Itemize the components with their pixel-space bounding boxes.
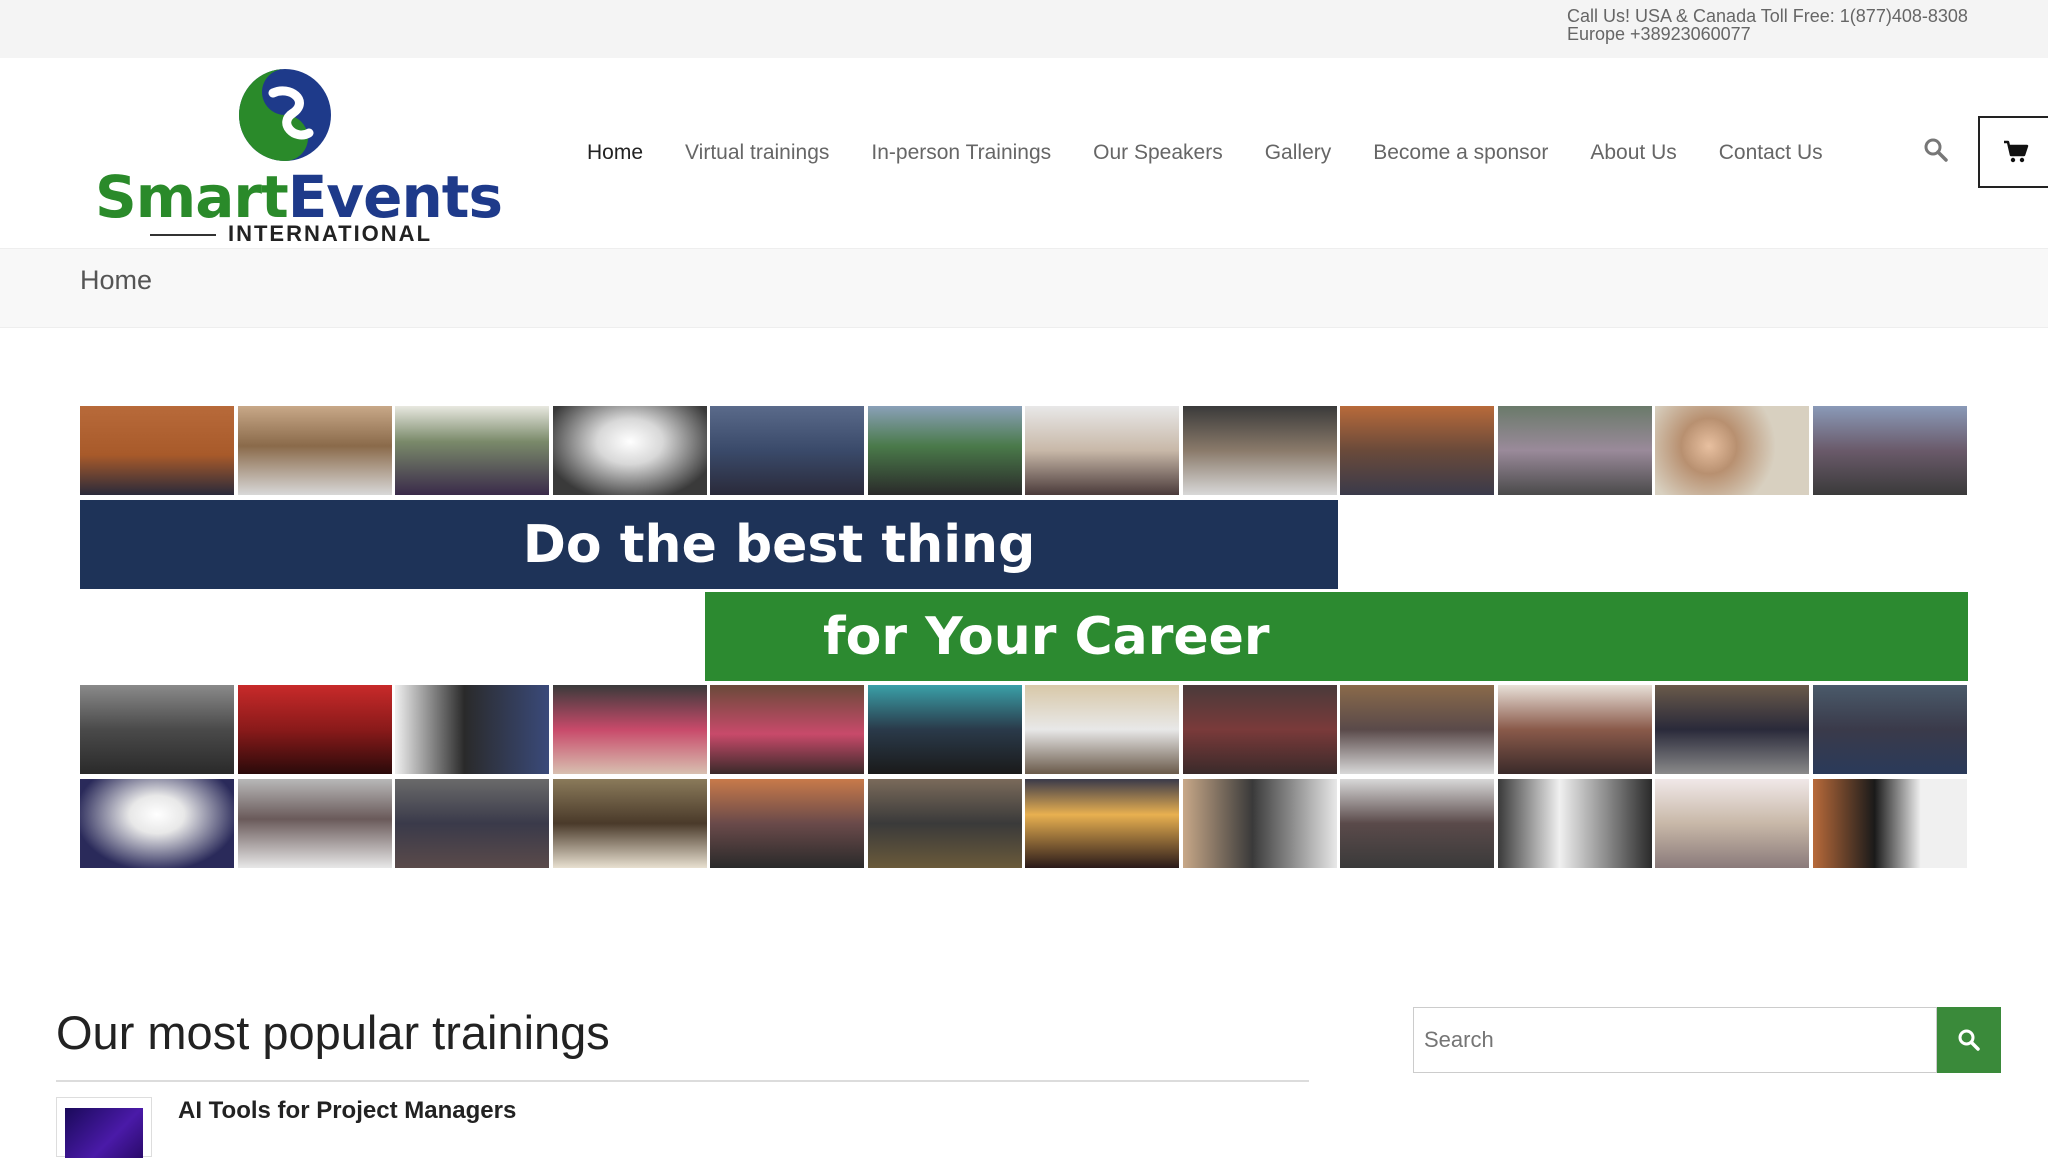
photo-row-middle <box>80 685 1967 774</box>
nav-item-gallery[interactable]: Gallery <box>1244 141 1353 165</box>
event-photo <box>1340 779 1494 868</box>
banner-headline-line2: for Your Career <box>705 592 1968 681</box>
banner-line1-text: Do the best thing <box>522 514 1036 575</box>
banner-line2-text: for Your Career <box>823 606 1270 667</box>
event-photo <box>552 779 707 868</box>
search-icon <box>1924 138 1948 162</box>
nav-search-button[interactable] <box>1922 136 1950 164</box>
phone-usa-canada[interactable]: Call Us! USA & Canada Toll Free: 1(877)4… <box>1567 7 1968 25</box>
photo-row-bottom <box>80 779 1967 868</box>
event-photo <box>80 406 234 495</box>
nav-item-about-us[interactable]: About Us <box>1569 141 1697 165</box>
event-photo <box>1025 406 1179 495</box>
training-thumbnail-image <box>65 1108 143 1158</box>
main-nav: Home Virtual trainings In-person Trainin… <box>566 58 1844 248</box>
event-photo <box>867 406 1022 495</box>
event-photo <box>1655 406 1809 495</box>
contact-phones: Call Us! USA & Canada Toll Free: 1(877)4… <box>1567 7 1968 43</box>
event-photo <box>1497 779 1652 868</box>
event-photo <box>552 406 707 495</box>
nav-item-become-a-sponsor[interactable]: Become a sponsor <box>1352 141 1569 165</box>
event-photo <box>710 779 864 868</box>
event-photo <box>237 406 392 495</box>
event-photo <box>1812 685 1967 774</box>
event-photo <box>237 779 392 868</box>
event-photo <box>867 685 1022 774</box>
nav-item-contact-us[interactable]: Contact Us <box>1698 141 1844 165</box>
event-photo <box>1497 685 1652 774</box>
event-photo <box>395 779 549 868</box>
event-photo <box>552 685 707 774</box>
event-photo <box>1025 779 1179 868</box>
event-photo <box>1655 779 1809 868</box>
event-photo <box>1812 406 1967 495</box>
nav-item-virtual-trainings[interactable]: Virtual trainings <box>664 141 850 165</box>
event-photo <box>80 685 234 774</box>
event-photo <box>1182 685 1337 774</box>
event-photo <box>1182 779 1337 868</box>
site-header: SmartEvents INTERNATIONAL Home Virtual t… <box>0 58 2048 248</box>
event-photo <box>1340 685 1494 774</box>
sidebar-search-input[interactable] <box>1414 1008 1936 1072</box>
logo-emblem-icon <box>239 69 331 161</box>
event-photo <box>1340 406 1494 495</box>
event-photo <box>1025 685 1179 774</box>
cart-button[interactable] <box>1978 116 2048 188</box>
event-photo <box>395 685 549 774</box>
search-icon <box>1958 1029 1980 1051</box>
popular-trainings-heading: Our most popular trainings <box>56 1006 610 1059</box>
nav-item-in-person-trainings[interactable]: In-person Trainings <box>850 141 1072 165</box>
event-photo <box>237 685 392 774</box>
training-list-item[interactable]: AI Tools for Project Managers <box>56 1097 956 1158</box>
site-logo[interactable]: SmartEvents INTERNATIONAL <box>95 63 503 248</box>
event-photo <box>710 685 864 774</box>
nav-item-our-speakers[interactable]: Our Speakers <box>1072 141 1244 165</box>
hero-banner[interactable]: Do the best thing for Your Career <box>80 406 1968 868</box>
phone-europe[interactable]: Europe +38923060077 <box>1567 25 1968 43</box>
event-photo <box>867 779 1022 868</box>
training-thumbnail[interactable] <box>56 1097 152 1158</box>
banner-headline-line1: Do the best thing <box>80 500 1338 589</box>
sidebar-search-box <box>1413 1007 1937 1073</box>
section-divider <box>56 1080 1309 1082</box>
event-photo <box>710 406 864 495</box>
event-photo <box>395 406 549 495</box>
event-photo <box>1182 406 1337 495</box>
cart-icon <box>2004 140 2029 163</box>
page-title-band: Home <box>0 248 2048 328</box>
event-photo <box>1812 779 1967 868</box>
sidebar-search-button[interactable] <box>1937 1007 2001 1073</box>
photo-row-top <box>80 406 1967 495</box>
training-title-link[interactable]: AI Tools for Project Managers <box>178 1097 516 1125</box>
event-photo <box>1655 685 1809 774</box>
event-photo <box>1497 406 1652 495</box>
page-title[interactable]: Home <box>80 265 152 296</box>
top-bar: Call Us! USA & Canada Toll Free: 1(877)4… <box>0 0 2048 58</box>
event-photo <box>80 779 234 868</box>
nav-item-home[interactable]: Home <box>566 141 664 165</box>
